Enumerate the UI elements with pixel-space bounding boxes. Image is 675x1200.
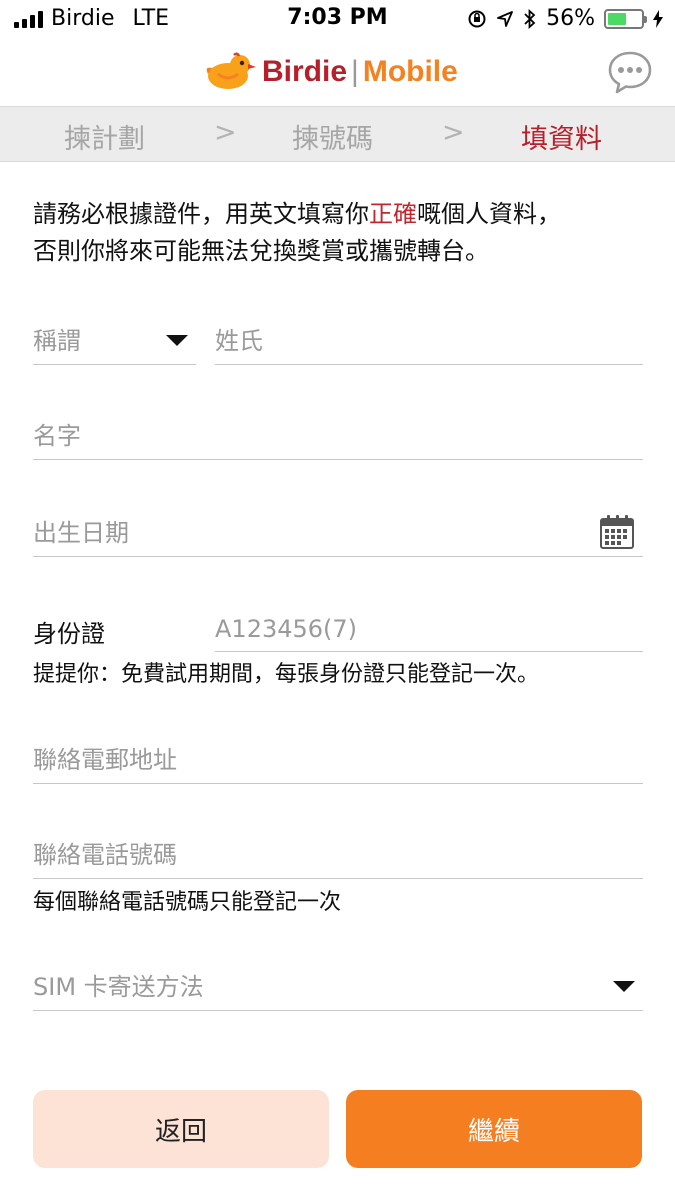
given-name-input[interactable]: 名字: [33, 410, 643, 460]
sim-delivery-placeholder: SIM 卡寄送方法: [33, 973, 204, 1001]
logo-wordmark: Birdie | Mobile: [262, 55, 458, 89]
battery-percent: 56%: [546, 6, 595, 31]
brand-logo[interactable]: Birdie | Mobile: [204, 52, 458, 92]
instruction-line-1: 請務必根據證件，用英文填寫你正確嘅個人資料，: [33, 196, 653, 233]
phone-input[interactable]: 聯絡電話號碼: [33, 829, 643, 879]
caret-down-icon: [166, 335, 188, 346]
chat-button[interactable]: [607, 50, 653, 96]
email-placeholder: 聯絡電郵地址: [33, 746, 177, 774]
logo-separator: |: [351, 55, 359, 88]
back-button[interactable]: 返回: [33, 1090, 329, 1168]
id-label: 身份證: [33, 620, 105, 648]
logo-product-text: Mobile: [362, 55, 458, 88]
id-number-input[interactable]: A123456(7): [215, 602, 643, 652]
charging-bolt-icon: [653, 9, 663, 28]
instruction-part-2: 嘅個人資料，: [417, 200, 561, 228]
instruction-line-2: 否則你將來可能無法兌換獎賞或攜號轉台。: [33, 237, 489, 265]
id-hint: 提提你：免費試用期間，每張身份證只能登記一次。: [33, 662, 540, 687]
step-fill-details: 填資料: [521, 124, 602, 155]
id-placeholder: A123456(7): [215, 615, 358, 643]
bluetooth-icon: [524, 8, 536, 29]
step-choose-plan: 揀計劃: [64, 124, 145, 155]
title-select[interactable]: 稱謂: [33, 315, 196, 365]
progress-steps: 揀計劃 > 揀號碼 > 填資料: [0, 106, 675, 162]
chevron-right-icon: >: [214, 117, 237, 148]
given-name-placeholder: 名字: [33, 422, 81, 450]
surname-input[interactable]: 姓氏: [215, 315, 643, 365]
logo-brand-text: Birdie: [262, 55, 348, 88]
instruction-part-1: 請務必根據證件，用英文填寫你: [33, 200, 369, 228]
bird-logo-icon: [206, 52, 256, 89]
app-header: Birdie | Mobile: [0, 38, 675, 106]
battery-fill: [608, 12, 626, 25]
chat-bubble-icon: [608, 51, 652, 94]
instruction-text: 請務必根據證件，用英文填寫你正確嘅個人資料， 否則你將來可能無法兌換獎賞或攜號轉…: [33, 196, 653, 270]
location-arrow-icon: [497, 10, 513, 27]
battery-icon: [604, 8, 647, 29]
phone-hint: 每個聯絡電話號碼只能登記一次: [33, 890, 342, 915]
orientation-lock-icon: [468, 10, 486, 27]
chevron-right-icon: >: [442, 117, 465, 148]
calendar-icon[interactable]: [599, 514, 635, 550]
title-placeholder: 稱謂: [33, 327, 81, 355]
caret-down-icon: [613, 981, 635, 992]
instruction-highlight: 正確: [369, 200, 417, 228]
status-bar: Birdie LTE 7:03 PM 56%: [0, 0, 675, 38]
status-right: 56%: [467, 6, 663, 31]
dob-placeholder: 出生日期: [33, 519, 129, 547]
continue-button[interactable]: 繼續: [346, 1090, 642, 1168]
sim-delivery-select[interactable]: SIM 卡寄送方法: [33, 961, 643, 1011]
step-choose-number: 揀號碼: [292, 124, 373, 155]
surname-placeholder: 姓氏: [215, 327, 263, 355]
date-of-birth-input[interactable]: 出生日期: [33, 507, 643, 557]
phone-placeholder: 聯絡電話號碼: [33, 841, 177, 869]
email-input[interactable]: 聯絡電郵地址: [33, 734, 643, 784]
